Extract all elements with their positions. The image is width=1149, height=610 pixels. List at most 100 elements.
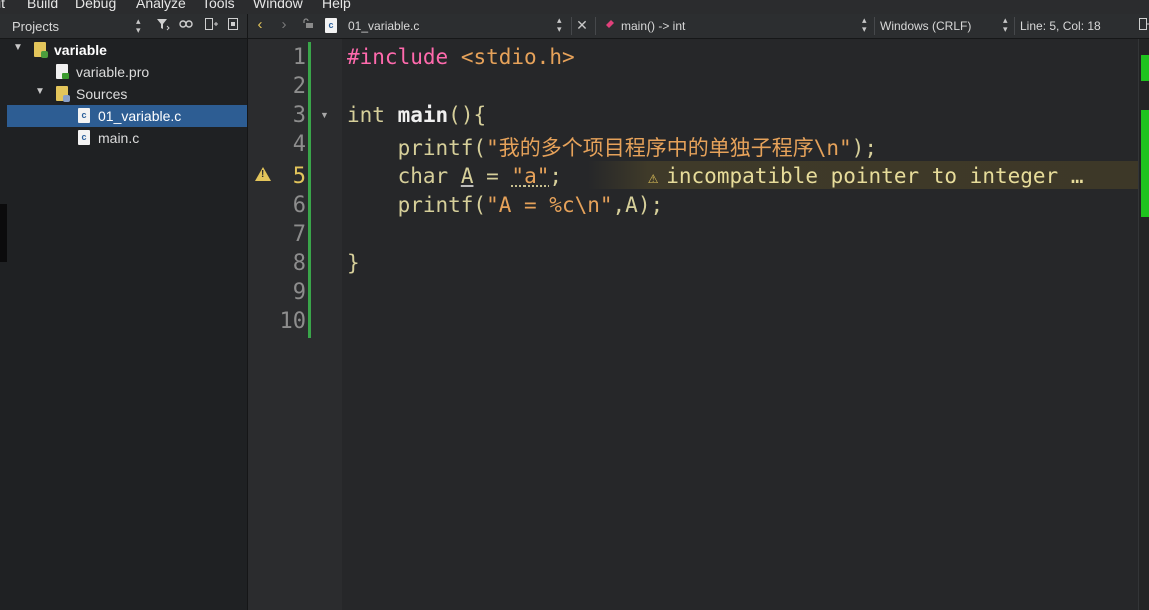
string-literal-char: a	[524, 164, 537, 188]
folder-icon	[56, 86, 70, 102]
line-number: 2	[292, 74, 306, 99]
projects-panel: Projects ▴ ▾ ▼ variable variable.pro ▼ So…	[0, 14, 248, 610]
warning-triangle-icon: ⚠	[648, 168, 659, 188]
expand-arrow-icon[interactable]: ▼	[13, 42, 23, 53]
projects-view-selector[interactable]: Projects	[12, 19, 59, 34]
tree-item-label: Sources	[76, 86, 128, 102]
tree-item-project-variable[interactable]: ▼ variable	[7, 39, 247, 61]
close-document-icon[interactable]: ✕	[574, 17, 590, 33]
menu-bar: it Build Debug Analyze Tools Window Help	[0, 0, 1149, 14]
tree-item-label: main.c	[98, 130, 140, 146]
line-ending-updown-icon[interactable]: ▴ ▾	[1003, 16, 1008, 34]
code-punct: (){	[448, 103, 487, 127]
tree-item-label: variable	[54, 42, 107, 58]
function-name: main	[397, 103, 449, 127]
code-line-4: printf("我的多个项目程序中的单独子程序\n");	[347, 132, 877, 162]
menu-help[interactable]: Help	[322, 0, 351, 11]
code-line-1: #include <stdio.h>	[347, 45, 575, 69]
menu-analyze[interactable]: Analyze	[136, 0, 186, 11]
code-punct: =	[473, 164, 512, 188]
preprocessor-directive: #include	[347, 45, 449, 69]
change-bar	[308, 42, 311, 338]
divider	[1014, 17, 1015, 35]
line-number: 1	[292, 45, 306, 70]
warning-message[interactable]: ⚠ incompatible pointer to integer …	[648, 164, 1083, 188]
menu-tools[interactable]: Tools	[202, 0, 235, 11]
menu-build[interactable]: Build	[27, 0, 58, 11]
pro-file-icon	[56, 64, 69, 79]
pro-folder-icon	[34, 42, 48, 58]
line-number: 6	[292, 193, 306, 218]
document-selector-updown-icon[interactable]: ▴ ▾	[557, 16, 562, 34]
string-literal-quote: "	[511, 164, 525, 188]
document-selector[interactable]: 01_variable.c	[348, 19, 419, 33]
lock-icon[interactable]	[300, 17, 316, 33]
divider	[571, 17, 572, 35]
c-file-icon: c	[78, 130, 90, 145]
variable-name: A	[460, 164, 474, 188]
line-number: 8	[292, 251, 306, 276]
forward-arrow-icon[interactable]: ›	[276, 17, 292, 33]
warning-mark: !	[261, 169, 265, 180]
filter-icon[interactable]	[155, 17, 171, 33]
close-panel-icon[interactable]	[225, 17, 241, 33]
divider	[595, 17, 596, 35]
code-punct: );	[851, 136, 877, 160]
menu-debug[interactable]: Debug	[75, 0, 116, 11]
tree-item-label: variable.pro	[76, 64, 150, 80]
line-number: 3	[292, 103, 306, 128]
warning-text: incompatible pointer to integer …	[666, 164, 1084, 188]
line-number: 7	[292, 222, 306, 247]
line-number: 9	[292, 280, 306, 305]
tree-item-main-c[interactable]: c main.c	[7, 127, 247, 149]
left-edge-strip	[0, 204, 7, 262]
expand-arrow-icon[interactable]: ▼	[35, 86, 45, 97]
tree-item-01-variable-c[interactable]: c 01_variable.c	[7, 105, 247, 127]
scrollbar-change-marker	[1141, 55, 1149, 81]
code-punct: ;	[549, 164, 563, 188]
tree-item-sources[interactable]: ▼ Sources	[7, 83, 247, 105]
line-number: 10	[279, 309, 307, 334]
warning-icon[interactable]: !	[255, 167, 271, 181]
string-literal-quote: "	[536, 164, 550, 188]
string-literal: "A = %c\n"	[486, 193, 613, 217]
c-file-icon: c	[325, 18, 337, 33]
c-file-icon: c	[78, 108, 90, 123]
menu-window[interactable]: Window	[253, 0, 303, 11]
code-line-8: }	[347, 251, 360, 275]
type-keyword: int	[347, 103, 385, 127]
symbol-selector-updown-icon[interactable]: ▴ ▾	[862, 16, 867, 34]
string-literal: "我的多个项目程序中的单独子程序\n"	[486, 136, 852, 160]
function-call: printf(	[397, 193, 487, 217]
cursor-position[interactable]: Line: 5, Col: 18	[1020, 19, 1101, 33]
tree-item-variable-pro[interactable]: variable.pro	[7, 61, 247, 83]
code-line-6: printf("A = %c\n",A);	[347, 193, 664, 217]
view-selector-updown-icon[interactable]: ▴ ▾	[136, 17, 141, 35]
type-keyword: char	[397, 164, 449, 188]
line-ending-selector[interactable]: Windows (CRLF)	[880, 19, 971, 33]
link-icon[interactable]	[178, 17, 194, 33]
fold-arrow-icon[interactable]: ▼	[320, 110, 329, 120]
code-line-3: int main(){	[347, 103, 486, 127]
symbol-icon	[602, 17, 618, 33]
code-line-5: char A = "a";	[347, 164, 562, 188]
symbol-selector[interactable]: main() -> int	[621, 19, 685, 33]
split-icon[interactable]	[203, 17, 219, 33]
code-punct: ,A);	[612, 193, 664, 217]
tree-item-label: 01_variable.c	[98, 108, 182, 124]
line-number: 4	[292, 132, 306, 157]
editor-toolbar: ‹ › c 01_variable.c ▴ ▾ ✕ main() -> int ▴…	[248, 14, 1149, 39]
split-icon[interactable]	[1136, 17, 1149, 33]
include-path: <stdio.h>	[460, 45, 575, 69]
back-arrow-icon[interactable]: ‹	[252, 17, 268, 33]
function-call: printf(	[397, 136, 487, 160]
menu-edit[interactable]: it	[0, 0, 5, 11]
projects-toolbar: Projects ▴ ▾	[0, 14, 247, 39]
scrollbar-change-marker	[1141, 110, 1149, 217]
